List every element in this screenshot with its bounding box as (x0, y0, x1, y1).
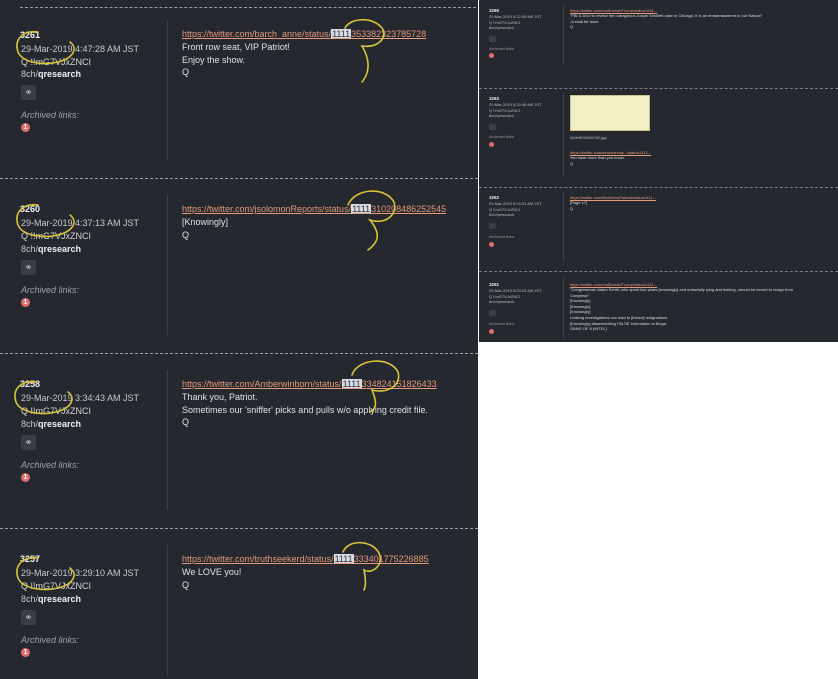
archived-links-label: Archived links: (489, 321, 515, 326)
post-id: 3262 (489, 195, 500, 200)
thumb-separator (479, 88, 838, 89)
link-icon[interactable] (489, 36, 496, 42)
thumb-separator (479, 187, 838, 188)
link-icon[interactable] (489, 310, 496, 316)
archive-badge[interactable] (489, 53, 494, 58)
image-filename: 0d4ef97b5497d2.jpg (570, 135, 607, 140)
archived-links-label: Archived links: (489, 234, 515, 239)
link-icon[interactable] (489, 124, 496, 130)
post-id: 3265 (489, 8, 500, 13)
archived-links-label: Archived links: (489, 46, 515, 51)
archived-links-label: Archived links: (489, 134, 515, 139)
archive-badge[interactable] (489, 142, 494, 147)
thumb-column-divider (563, 92, 564, 177)
archive-badge[interactable] (489, 329, 494, 334)
post-id: 3261 (489, 282, 500, 287)
post-meta: 29-Mar-2019 5:03:33 AM JST Q !!mG7VJxZNCI… (489, 288, 542, 304)
thumb-column-divider (563, 5, 564, 65)
post-meta: 29-Mar-2019 5:09:31 AM JST Q !!mG7VJxZNCI… (489, 201, 542, 217)
post-body: "Congressman Adam Schiff, who spent two … (570, 287, 794, 332)
handwritten-annotations (14, 18, 400, 591)
archive-badge[interactable] (489, 242, 494, 247)
post-meta: 29-Mar-2019 5:20:48 AM JST Q !!mG7VJxZNCI… (489, 102, 542, 118)
thumb-column-divider (563, 192, 564, 262)
post-body: "FBI & DOJ to review the outrageous Juss… (570, 13, 763, 30)
link-icon[interactable] (489, 223, 496, 229)
thumb-column-divider (563, 278, 564, 340)
attached-image[interactable] (570, 95, 650, 131)
post-id: 3263 (489, 96, 500, 101)
post-body: [Page 1?] Q (570, 200, 588, 211)
post-body: You have more than you know. Q (570, 155, 625, 166)
thumb-separator (479, 271, 838, 272)
post-meta: 29-Mar-2019 5:22:09 AM JST Q !!mG7VJxZNCI… (489, 14, 542, 30)
